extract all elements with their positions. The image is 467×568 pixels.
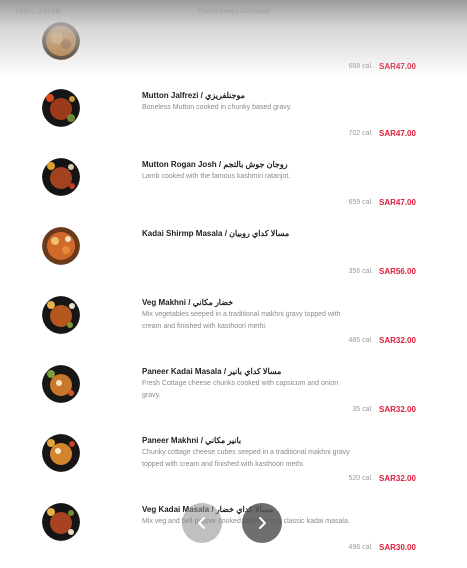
dish-thumbnail	[42, 89, 80, 127]
dish-thumbnail	[42, 434, 80, 472]
chevron-left-icon	[198, 517, 205, 529]
dish-description: Fresh Cottage cheese chunks cooked with …	[142, 380, 339, 399]
list-item[interactable]: Paneer Makhni / بانير مكاني Chunky cotta…	[0, 430, 467, 499]
price: SAR32.00	[379, 336, 416, 345]
carousel-prev-button[interactable]	[182, 503, 222, 543]
carousel-next-button[interactable]	[242, 503, 282, 543]
dish-thumbnail	[42, 503, 80, 541]
dish-thumbnail	[42, 22, 80, 60]
dish-description: Boneless Mutton cooked in chunky based g…	[142, 104, 292, 111]
dish-name: Mutton Rogan Josh / روجان جوش بالتجم	[142, 160, 288, 169]
dish-name: Mutton Jalfrezi / موجنلفريزي	[142, 91, 245, 100]
dish-name: Veg Makhni / خضار مكاني	[142, 298, 234, 307]
dish-description: Mix vegetables seeped in a traditional m…	[142, 311, 341, 330]
dish-thumbnail	[42, 227, 80, 265]
price: SAR56.00	[379, 267, 416, 276]
dish-thumbnail	[42, 365, 80, 403]
list-item[interactable]: Mutton Jalfrezi / موجنلفريزي Boneless Mu…	[0, 85, 467, 154]
list-item[interactable]: Paneer Kadai Masala / مسالا كداي بانير F…	[0, 361, 467, 430]
calories: 668 cal.	[348, 63, 373, 70]
chevron-right-icon	[259, 517, 266, 529]
calories: 35 cal.	[352, 406, 373, 413]
list-item[interactable]: Mutton Rogan Josh / روجان جوش بالتجم Lam…	[0, 154, 467, 223]
dish-name: Kadai Shirmp Masala / مسالا كداي روبيان	[142, 229, 290, 238]
price: SAR30.00	[379, 543, 416, 552]
price: SAR47.00	[379, 62, 416, 71]
dish-name: Paneer Kadai Masala / مسالا كداي بانير	[142, 367, 282, 376]
price: SAR32.00	[379, 474, 416, 483]
price: SAR47.00	[379, 129, 416, 138]
dish-name: Paneer Makhni / بانير مكاني	[142, 436, 242, 445]
calories: 702 cal.	[348, 130, 373, 137]
list-item[interactable]: Veg Kadai Masala / مسالا كداي خضار Mix v…	[0, 499, 467, 568]
dish-thumbnail	[42, 158, 80, 196]
list-item[interactable]: 668 cal. SAR47.00	[0, 6, 467, 75]
calories: 485 cal.	[348, 337, 373, 344]
list-item[interactable]: Kadai Shirmp Masala / مسالا كداي روبيان …	[0, 223, 467, 292]
price: SAR47.00	[379, 198, 416, 207]
calories: 356 cal.	[348, 268, 373, 275]
calories: 520 cal.	[348, 475, 373, 482]
list-item[interactable]: Veg Makhni / خضار مكاني Mix vegetables s…	[0, 292, 467, 361]
dish-thumbnail	[42, 296, 80, 334]
calories: 659 cal.	[348, 199, 373, 206]
dish-description: Chunky cottage cheese cubes seeped in a …	[142, 449, 350, 468]
calories: 496 cal.	[348, 544, 373, 551]
price: SAR32.00	[379, 405, 416, 414]
dish-description: Lamb cooked with the famous kashmiri rat…	[142, 173, 291, 180]
